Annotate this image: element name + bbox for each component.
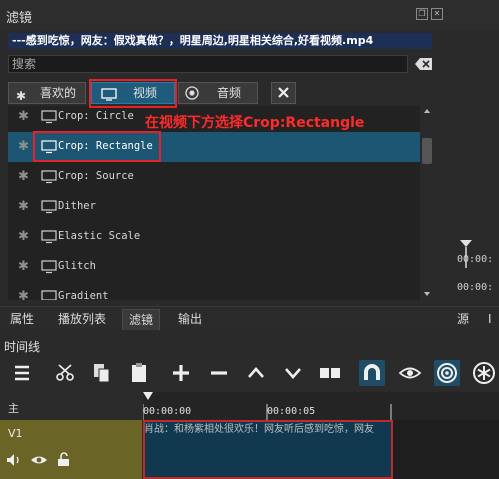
paste-icon[interactable]	[126, 360, 152, 386]
close-filter-button[interactable]	[271, 82, 296, 104]
close-icon	[278, 87, 289, 98]
scrub-eye-icon[interactable]	[397, 360, 423, 386]
ripple-icon[interactable]	[434, 360, 460, 386]
timeline-toolbar	[0, 357, 499, 389]
monitor-icon	[41, 110, 57, 124]
filter-label: Elastic Scale	[58, 230, 141, 242]
tab-audio-label: 音频	[217, 86, 242, 100]
favorite-star-icon[interactable]: ✱	[18, 169, 29, 184]
monitor-icon	[41, 230, 57, 244]
tab-audio[interactable]: 音频	[178, 82, 258, 104]
favorite-star-icon[interactable]: ✱	[18, 139, 29, 154]
favorite-star-icon[interactable]: ✱	[18, 289, 29, 300]
filter-label: Crop: Circle	[58, 110, 134, 122]
tab-filters[interactable]: 滤镜	[122, 309, 161, 330]
filters-panel-header: 滤镜 ❐ ✕	[0, 0, 499, 30]
ripple-all-icon[interactable]	[471, 360, 497, 386]
monitor-icon	[41, 140, 57, 154]
filter-item-crop-source[interactable]: ✱ Crop: Source	[8, 162, 420, 192]
tab-properties[interactable]: 属性	[4, 309, 40, 330]
ruler-timecode-5: 00:00:05	[267, 406, 316, 417]
master-track-label: 主	[8, 402, 19, 415]
filter-item-glitch[interactable]: ✱ Glitch	[8, 252, 420, 282]
scroll-arrows	[424, 109, 430, 296]
favorite-star-icon[interactable]: ✱	[18, 199, 29, 214]
search-input[interactable]	[8, 55, 408, 73]
preview-timecode: 00:00:	[457, 254, 494, 265]
timeline-title: 时间线	[4, 340, 41, 354]
split-icon[interactable]	[317, 360, 343, 386]
monitor-icon	[41, 290, 57, 300]
filter-item-gradient[interactable]: ✱ Gradient	[8, 282, 420, 300]
ruler-ticks	[142, 392, 392, 420]
clear-search-icon[interactable]	[414, 57, 434, 71]
menu-icon[interactable]	[9, 360, 35, 386]
timeline-ruler[interactable]	[142, 392, 499, 420]
filter-label: Dither	[58, 200, 96, 212]
tab-favorites-label: 喜欢的	[40, 86, 77, 100]
add-icon[interactable]	[168, 360, 194, 386]
tab-playlist[interactable]: 播放列表	[52, 309, 112, 330]
tab-export[interactable]: 输出	[172, 309, 208, 330]
snap-magnet-icon[interactable]	[359, 360, 385, 386]
remove-icon[interactable]	[206, 360, 232, 386]
panel-tab-bar: 属性 播放列表 滤镜 输出 源 I	[0, 306, 499, 330]
scroll-thumb[interactable]	[422, 138, 432, 164]
tab-project[interactable]: I	[482, 309, 498, 330]
lock-icon[interactable]	[56, 451, 72, 467]
hide-eye-icon[interactable]	[30, 453, 48, 467]
filter-list[interactable]: ✱ Crop: Circle ✱ Crop: Rectangle ✱ Crop:…	[8, 106, 420, 300]
filter-list-scrollbar[interactable]	[420, 106, 434, 300]
current-file-name: ---感到吃惊，网友：假戏真做？，明星周边,明星相关综合,好看视频.mp4	[8, 33, 432, 49]
monitor-icon	[41, 200, 57, 214]
panel-title: 滤镜	[6, 11, 33, 26]
filter-label: Gradient	[58, 290, 109, 300]
favorite-star-icon[interactable]: ✱	[18, 109, 29, 124]
copy-icon[interactable]	[89, 360, 115, 386]
clip-title: 肖战：和杨紫相处很欢乐！网友听后感到吃惊，网友	[144, 424, 374, 435]
lift-icon[interactable]	[243, 360, 269, 386]
overwrite-icon[interactable]	[280, 360, 306, 386]
monitor-icon	[41, 170, 57, 184]
record-icon	[185, 86, 199, 106]
filter-item-elastic-scale[interactable]: ✱ Elastic Scale	[8, 222, 420, 252]
favorite-star-icon[interactable]: ✱	[18, 229, 29, 244]
monitor-icon	[41, 260, 57, 274]
filter-label: Crop: Source	[58, 170, 134, 182]
annotation-text: 在视频下方选择Crop:Rectangle	[145, 115, 365, 131]
tab-favorites[interactable]: ✱ 喜欢的	[8, 82, 86, 104]
ruler-timecode-0: 00:00:00	[143, 406, 192, 417]
filter-item-dither[interactable]: ✱ Dither	[8, 192, 420, 222]
filter-label: Crop: Rectangle	[58, 140, 153, 152]
filter-label: Glitch	[58, 260, 96, 272]
filter-item-crop-rectangle[interactable]: ✱ Crop: Rectangle	[8, 132, 420, 162]
favorite-star-icon[interactable]: ✱	[18, 259, 29, 274]
tab-video[interactable]: 视频	[91, 82, 175, 104]
close-panel-icon[interactable]: ✕	[431, 8, 443, 20]
monitor-icon	[101, 87, 117, 107]
star-icon: ✱	[16, 89, 27, 103]
empty-track-area	[393, 420, 499, 479]
mute-speaker-icon[interactable]	[5, 452, 23, 468]
float-panel-icon[interactable]: ❐	[416, 8, 428, 20]
tab-source[interactable]: 源	[451, 309, 475, 330]
tab-video-label: 视频	[133, 86, 158, 100]
cut-icon[interactable]	[52, 360, 78, 386]
preview-duration: 00:00:	[457, 282, 494, 293]
track-v1-label: V1	[8, 427, 23, 440]
